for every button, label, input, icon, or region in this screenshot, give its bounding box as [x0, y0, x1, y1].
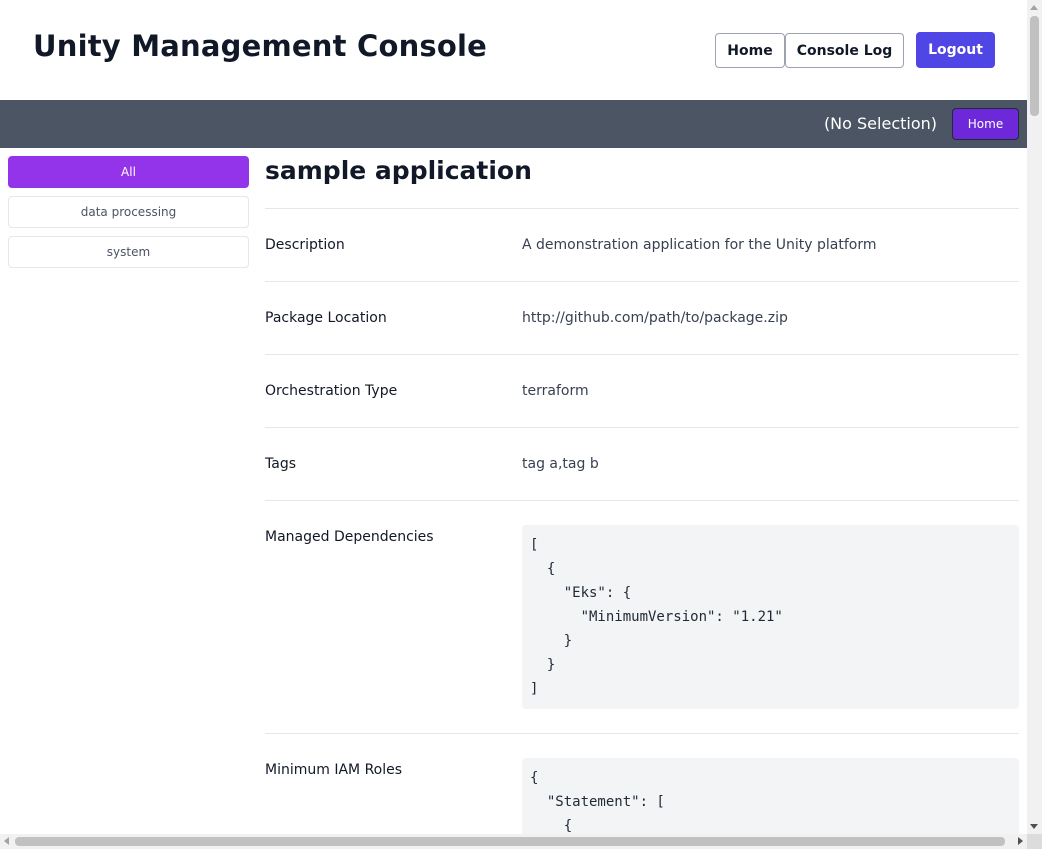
sidebar-item-system[interactable]: system	[8, 236, 249, 268]
viewport: Unity Management Console Home Console Lo…	[0, 0, 1027, 834]
detail-value: terraform	[522, 383, 589, 399]
detail-label: Minimum IAM Roles	[265, 762, 403, 778]
sidebar-item-all[interactable]: All	[8, 156, 249, 188]
selection-bar: (No Selection)	[0, 100, 1027, 148]
detail-value: http://github.com/path/to/package.zip	[522, 310, 788, 326]
detail-label: Description	[265, 237, 345, 253]
detail-label: Managed Dependencies	[265, 529, 434, 545]
selection-home-button[interactable]: Home	[952, 108, 1019, 140]
detail-value: tag a,tag b	[522, 456, 599, 472]
scroll-right-arrow-icon[interactable]	[1018, 837, 1023, 845]
vertical-scrollbar[interactable]	[1027, 0, 1042, 834]
detail-row-minimum-iam-roles: Minimum IAM Roles { "Statement": [ {	[265, 733, 1019, 834]
detail-label: Tags	[265, 456, 296, 472]
detail-row-description: Description A demonstration application …	[265, 208, 1019, 281]
header: Unity Management Console Home Console Lo…	[0, 0, 1027, 100]
managed-dependencies-code: [ { "Eks": { "MinimumVersion": "1.21" } …	[522, 525, 1019, 709]
console-log-button[interactable]: Console Log	[785, 33, 904, 68]
minimum-iam-roles-code: { "Statement": [ {	[522, 758, 1019, 834]
horizontal-scroll-thumb[interactable]	[15, 837, 1005, 846]
detail-value-container: [ { "Eks": { "MinimumVersion": "1.21" } …	[522, 525, 1019, 709]
home-button[interactable]: Home	[715, 33, 785, 68]
application-name: sample application	[265, 156, 532, 185]
detail-row-orchestration-type: Orchestration Type terraform	[265, 354, 1019, 427]
detail-label: Orchestration Type	[265, 383, 398, 399]
scrollbar-corner	[1027, 834, 1042, 849]
detail-value-container: { "Statement": [ {	[522, 758, 1019, 834]
sidebar: All data processing system	[8, 156, 249, 276]
application-details: sample application Description A demonst…	[265, 148, 1019, 834]
selection-status: (No Selection)	[823, 114, 937, 133]
scroll-down-arrow-icon[interactable]	[1030, 824, 1038, 829]
detail-row-tags: Tags tag a,tag b	[265, 427, 1019, 500]
app-title: Unity Management Console	[33, 29, 488, 63]
vertical-scroll-thumb[interactable]	[1030, 16, 1039, 116]
detail-value: A demonstration application for the Unit…	[522, 237, 877, 253]
sidebar-item-data-processing[interactable]: data processing	[8, 196, 249, 228]
detail-label: Package Location	[265, 310, 387, 326]
scroll-left-arrow-icon[interactable]	[4, 837, 9, 845]
scroll-up-arrow-icon[interactable]	[1030, 5, 1038, 10]
detail-row-managed-dependencies: Managed Dependencies [ { "Eks": { "Minim…	[265, 500, 1019, 733]
detail-row-package-location: Package Location http://github.com/path/…	[265, 281, 1019, 354]
logout-button[interactable]: Logout	[916, 32, 995, 68]
horizontal-scrollbar[interactable]	[0, 834, 1027, 849]
